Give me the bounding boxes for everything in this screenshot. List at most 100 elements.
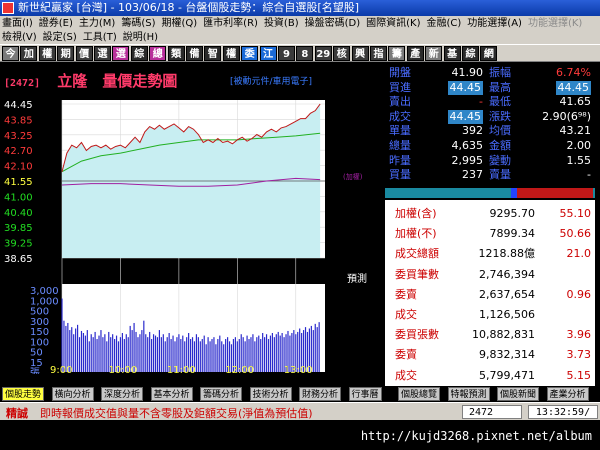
toolbar-button[interactable]: 加 <box>20 46 38 61</box>
menu-item[interactable]: 匯市利率(R) <box>203 18 258 29</box>
toolbar-button[interactable]: 核 <box>333 46 351 61</box>
toolbar-button[interactable]: 綜 <box>462 46 479 61</box>
toolbar: 今加權期價選選綜總類備智權委江 9 8 29 核興指籌產新基綜網 <box>0 44 600 62</box>
stats-row: 成交 1,126,506 <box>385 305 595 325</box>
function-tab[interactable]: 基本分析 <box>150 387 193 401</box>
quote-label: 金額 <box>489 139 511 152</box>
stats-row: 委買張數 10,882,831 3.96 <box>385 325 595 345</box>
toolbar-button[interactable]: 新 <box>425 46 443 61</box>
price-tick-label: 39.25 <box>4 239 33 250</box>
buy-sell-ratio-bar <box>385 188 595 198</box>
toolbar-button[interactable]: 9 <box>278 46 295 61</box>
toolbar-button[interactable]: 今 <box>2 46 19 61</box>
title-bar: 新世紀贏家 [台灣] - 103/06/18 - 台盤個股走勢：綜合自選股[名望… <box>0 0 600 16</box>
quote-label: 開盤 <box>389 66 411 79</box>
toolbar-button[interactable]: 類 <box>167 46 185 61</box>
function-tab[interactable]: 技術分析 <box>249 387 292 401</box>
function-tab[interactable]: 財務分析 <box>299 387 342 401</box>
menu-item[interactable]: 投資(B) <box>264 18 299 29</box>
quote-row: 昨量 2,995 變動 1.55 <box>385 154 595 168</box>
status-stock-code[interactable]: 2472 <box>462 405 522 419</box>
function-tab[interactable]: 特報預測 <box>447 387 490 401</box>
toolbar-button[interactable]: 29 <box>314 46 332 61</box>
quote-value: 2.90(6⁹⁸) <box>542 109 591 123</box>
menu-item[interactable]: 金融(C) <box>427 18 462 29</box>
menu-item[interactable]: 功能選擇(K) <box>528 18 582 29</box>
toolbar-button[interactable]: 總 <box>149 46 167 61</box>
quote-value: - <box>587 168 591 182</box>
toolbar-button[interactable]: 選 <box>112 46 130 61</box>
quote-value: 41.65 <box>559 95 592 109</box>
toolbar-button[interactable]: 指 <box>370 46 387 61</box>
function-tab[interactable]: 個股新聞 <box>497 387 540 401</box>
industry-label[interactable]: [被動元件/車用電子] <box>230 74 312 87</box>
toolbar-button[interactable]: 選 <box>94 46 111 61</box>
toolbar-button[interactable]: 智 <box>204 46 222 61</box>
stock-code[interactable]: [2472] <box>4 78 40 89</box>
menu-row-primary: 畫面(I) 證券(E) 主力(M) 籌碼(S) 期權(Q) 匯市利率(R) 投資(B) 操盤密… <box>2 17 588 31</box>
reference-label: (加權) <box>343 172 363 181</box>
quote-row: 總量 4,635 金額 2.00 <box>385 139 595 153</box>
stats-ratio: 3.96 <box>566 328 592 342</box>
menu-item[interactable]: 功能選擇(A) <box>467 18 522 29</box>
quote-row: 賣出 - 最低 41.65 <box>385 95 595 109</box>
toolbar-button[interactable]: 籌 <box>388 46 406 61</box>
function-tab[interactable]: 產業分析 <box>546 387 589 401</box>
quote-row: 買進 44.45 最高 44.45 <box>385 80 595 95</box>
price-tick-label: 42.70 <box>4 146 33 157</box>
stats-value: 1218.88億 <box>478 247 536 261</box>
function-tab[interactable]: 個股總覽 <box>398 387 441 401</box>
stats-row: 加權(不) 7899.34 50.66 <box>385 224 595 244</box>
stats-label: 加權(不) <box>395 227 437 241</box>
menu-item[interactable]: 檢視(V) <box>2 32 37 43</box>
menu-item[interactable]: 設定(S) <box>43 32 77 43</box>
quote-label: 買量 <box>389 168 411 182</box>
stats-ratio: 0.96 <box>566 287 592 301</box>
toolbar-button[interactable]: 產 <box>406 46 424 61</box>
toolbar-button[interactable]: 備 <box>186 46 203 61</box>
price-tick-label: 41.55 <box>4 177 33 188</box>
quote-label: 買進 <box>389 80 411 94</box>
menu-item[interactable]: 主力(M) <box>79 18 115 29</box>
quote-value: 392 <box>462 124 483 138</box>
toolbar-button[interactable]: 基 <box>443 46 461 61</box>
menu-item[interactable]: 工具(T) <box>83 32 117 43</box>
function-tab[interactable]: 深度分析 <box>101 387 144 401</box>
menu-item[interactable]: 籌碼(S) <box>121 18 155 29</box>
quote-row: 成交 44.45 漲跌 2.90(6⁹⁸) <box>385 109 595 124</box>
toolbar-button[interactable]: 權 <box>38 46 56 61</box>
status-bar: 精誠 即時報價成交值與量不含零股及鉅額交易(淨值為預估值) 2472 13:32… <box>0 402 600 420</box>
quote-panel: 開盤 41.90 振幅 6.74% 買進 44.45 最高 44.45 賣出 - 最低 41.65 成交… <box>385 66 595 186</box>
toolbar-button[interactable]: 價 <box>75 46 93 61</box>
menu-item[interactable]: 國際資訊(K) <box>366 18 420 29</box>
stats-row: 委賣 9,832,314 3.73 <box>385 345 595 365</box>
time-tick-label: 12:00 <box>225 365 254 374</box>
quote-label: 昨量 <box>389 153 411 167</box>
menu-item[interactable]: 操盤密碼(D) <box>305 18 361 29</box>
stats-row: 成交 5,799,471 5.15 <box>385 366 595 386</box>
function-tab[interactable]: 行事曆 <box>348 387 382 401</box>
menu-item[interactable]: 證券(E) <box>39 18 73 29</box>
quote-value: 2,995 <box>451 153 484 167</box>
menu-bar: 畫面(I) 證券(E) 主力(M) 籌碼(S) 期權(Q) 匯市利率(R) 投資(B) 操盤密… <box>0 16 600 46</box>
price-tick-label: 44.45 <box>4 100 33 111</box>
toolbar-button[interactable]: 8 <box>296 46 314 61</box>
stats-value: 5,799,471 <box>479 368 535 382</box>
menu-item[interactable]: 畫面(I) <box>2 18 33 29</box>
toolbar-button[interactable]: 期 <box>57 46 75 61</box>
toolbar-button[interactable]: 綜 <box>130 46 148 61</box>
quote-label: 單量 <box>389 124 411 138</box>
function-tab[interactable]: 籌碼分析 <box>200 387 243 401</box>
menu-item[interactable]: 期權(Q) <box>161 18 197 29</box>
toolbar-button[interactable]: 權 <box>222 46 240 61</box>
time-tick-label: 9:00 <box>50 365 72 374</box>
price-volume-chart[interactable]: 44.45 43.85 43.25 42.70 42.10 41.55 41.00 40.40… <box>0 92 392 374</box>
toolbar-button[interactable]: 委 <box>241 46 259 61</box>
menu-item[interactable]: 說明(H) <box>123 32 158 43</box>
toolbar-button[interactable]: 網 <box>480 46 498 61</box>
time-tick-label: 13:00 <box>284 365 313 374</box>
toolbar-button[interactable]: 興 <box>351 46 369 61</box>
function-tab[interactable]: 橫向分析 <box>51 387 94 401</box>
function-tab[interactable]: 個股走勢 <box>2 387 45 401</box>
toolbar-button[interactable]: 江 <box>259 46 277 61</box>
